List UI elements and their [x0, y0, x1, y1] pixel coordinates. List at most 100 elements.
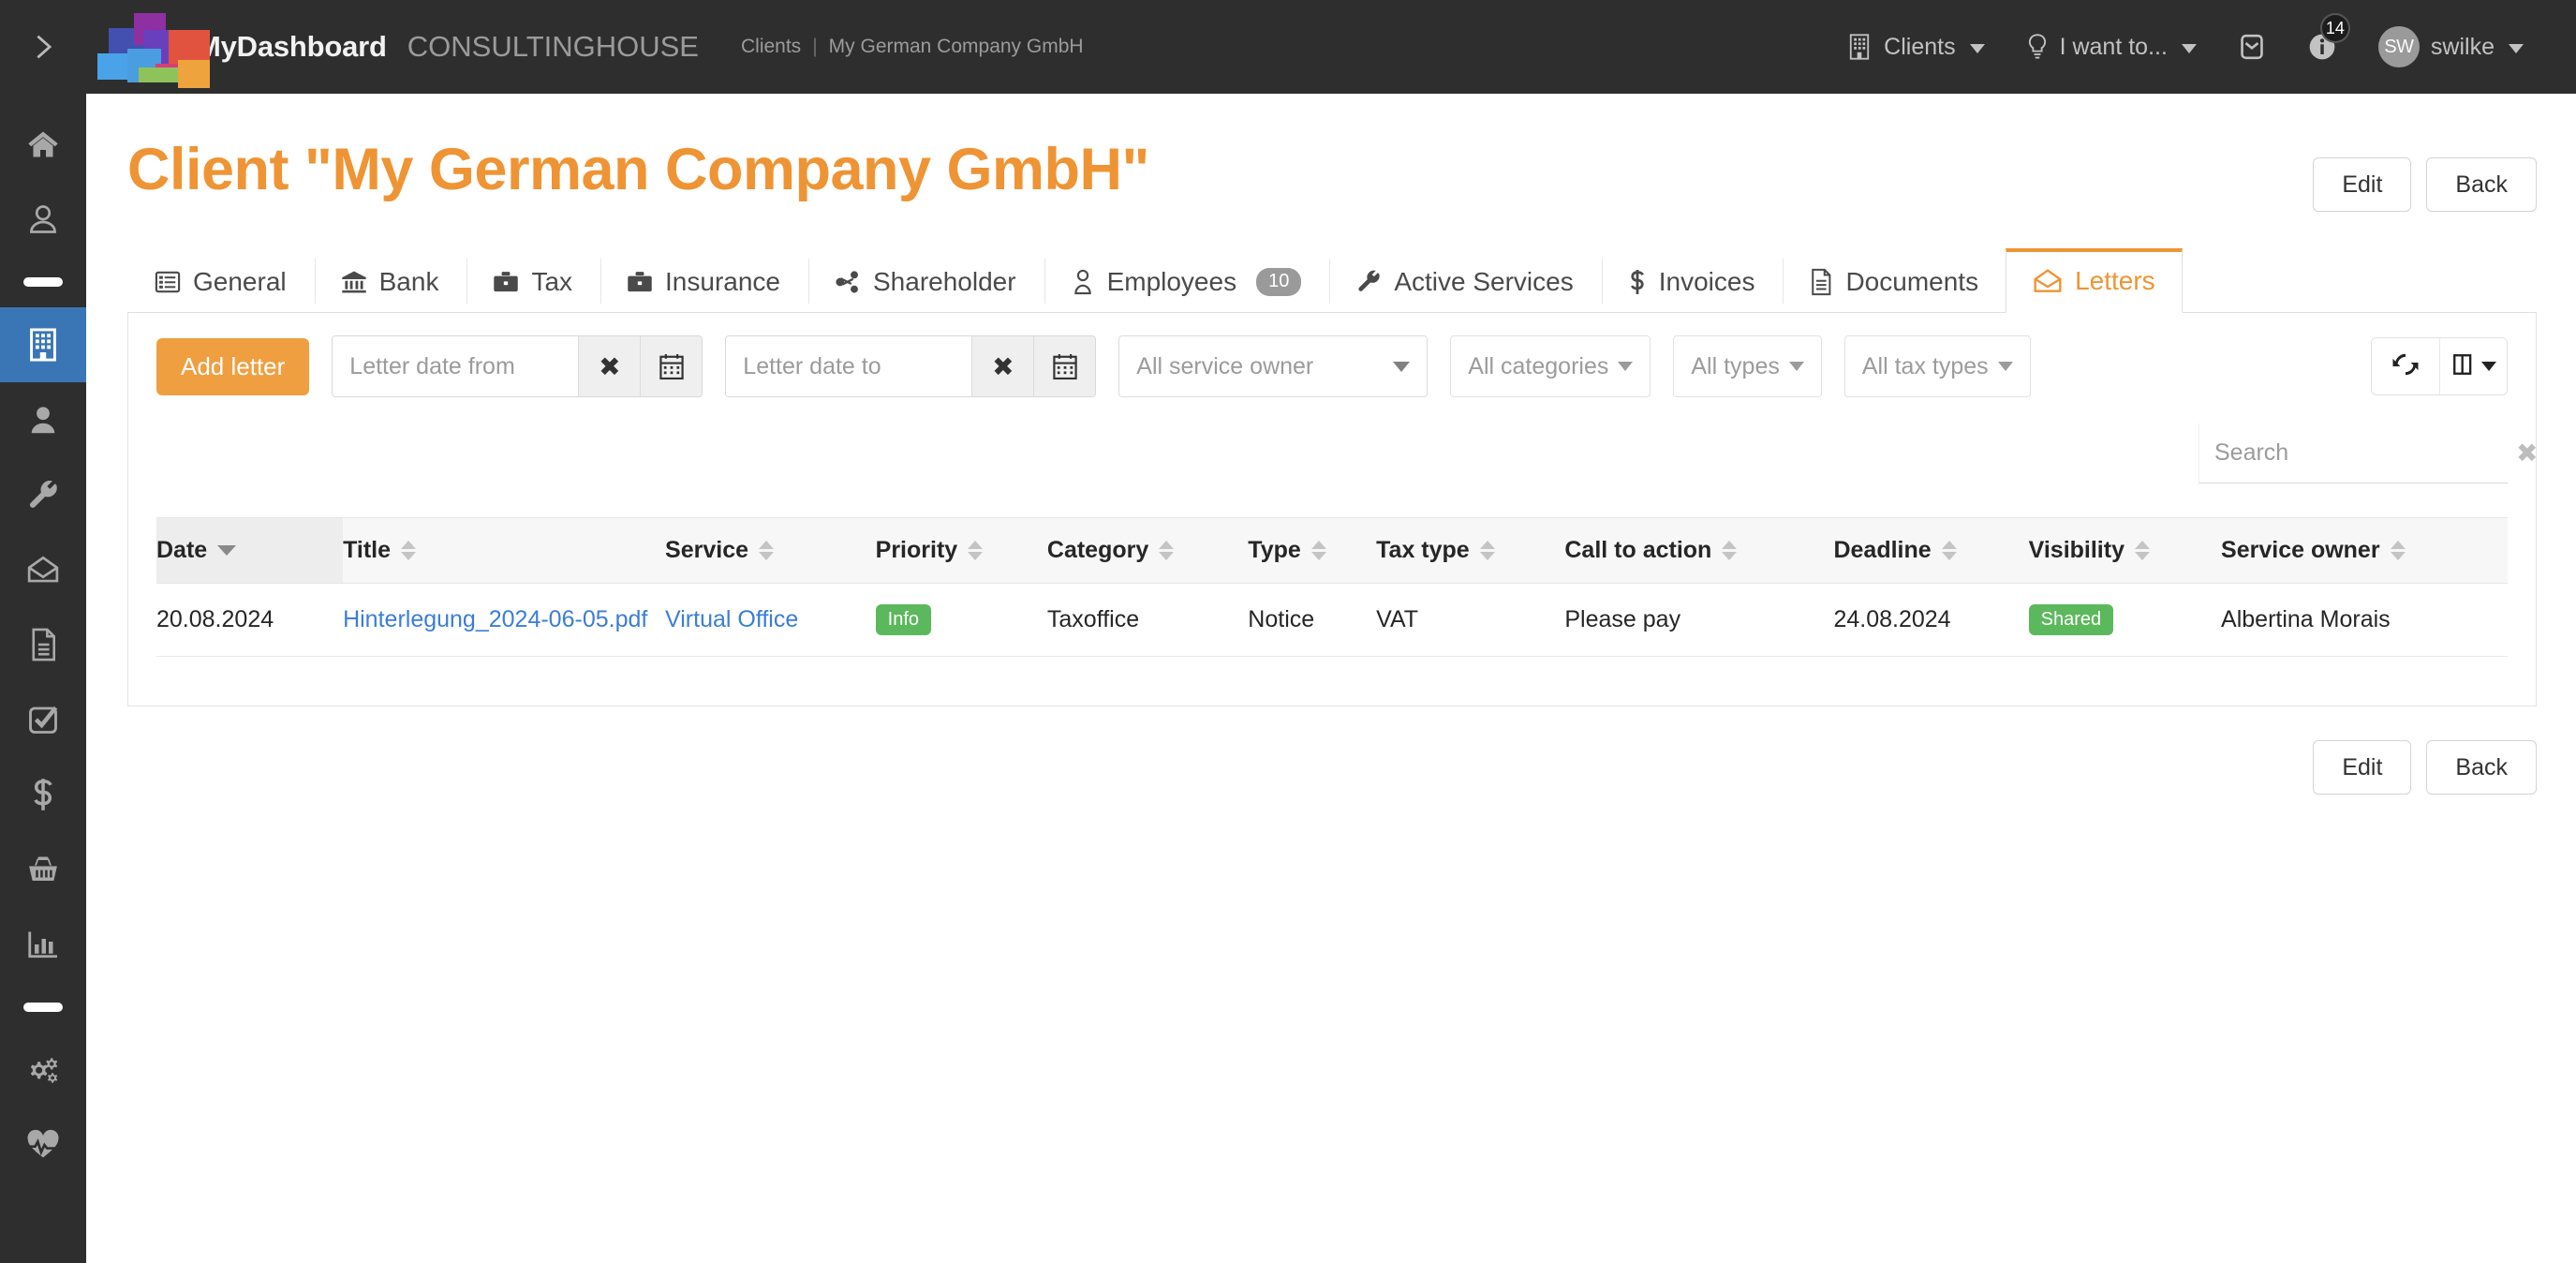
tax-types-select[interactable]: All tax types	[1843, 335, 2031, 397]
col-service[interactable]: Service	[665, 517, 876, 584]
cell-call-to-action: Please pay	[1564, 583, 1834, 657]
sidebar-item-health[interactable]	[0, 1107, 86, 1182]
col-visibility[interactable]: Visibility	[2028, 517, 2222, 584]
types-select[interactable]: All types	[1673, 335, 1822, 397]
tab-active-services[interactable]: Active Services	[1328, 248, 1600, 313]
col-call-to-action-label: Call to action	[1564, 537, 1712, 563]
col-title[interactable]: Title	[343, 517, 666, 584]
col-type[interactable]: Type	[1248, 517, 1377, 584]
chevron-down-icon	[1997, 362, 2013, 371]
bank-icon	[341, 270, 367, 294]
tab-shareholder[interactable]: Shareholder	[807, 248, 1044, 313]
tab-label: Documents	[1845, 266, 1979, 296]
letter-title-link[interactable]: Hinterlegung_2024-06-05.pdf	[343, 606, 647, 632]
sidebar-item-shop[interactable]	[0, 832, 86, 907]
cell-date: 20.08.2024	[156, 583, 344, 657]
col-service-owner-label: Service owner	[2221, 537, 2380, 563]
col-category[interactable]: Category	[1046, 517, 1249, 584]
cell-service: Virtual Office	[665, 583, 876, 657]
sidebar-item-tasks[interactable]	[0, 682, 86, 757]
tab-label: Insurance	[665, 266, 780, 296]
service-owner-select[interactable]: All service owner	[1118, 335, 1429, 397]
refresh-button[interactable]	[2372, 338, 2439, 394]
tab-label: Active Services	[1394, 266, 1574, 296]
tab-insurance[interactable]: Insurance	[600, 248, 807, 313]
service-link[interactable]: Virtual Office	[665, 606, 798, 632]
letters-panel: Add letter ✖	[127, 313, 2538, 706]
col-tax-type[interactable]: Tax type	[1376, 517, 1565, 584]
clients-menu-label: Clients	[1884, 33, 1956, 60]
letter-date-from-input[interactable]	[333, 336, 579, 396]
tab-documents[interactable]: Documents	[1782, 248, 2006, 313]
table-row[interactable]: 20.08.2024 Hinterlegung_2024-06-05.pdf V…	[156, 583, 2508, 657]
tab-invoices[interactable]: Invoices	[1601, 248, 1783, 313]
col-service-owner[interactable]: Service owner	[2221, 517, 2508, 584]
brand-subname: CONSULTINGHOUSE	[407, 30, 699, 63]
chevron-down-icon	[1618, 362, 1634, 371]
col-deadline[interactable]: Deadline	[1833, 517, 2029, 584]
tab-tax[interactable]: Tax	[466, 248, 600, 313]
filter-toolbar: Add letter ✖	[156, 335, 2508, 397]
sidebar-item-clients[interactable]	[0, 307, 86, 382]
categories-select[interactable]: All categories	[1450, 335, 1651, 397]
clear-date-from-icon[interactable]: ✖	[578, 336, 641, 396]
clients-menu[interactable]: Clients	[1826, 0, 2005, 94]
sidebar-item-settings[interactable]	[0, 1033, 86, 1107]
tab-general[interactable]: General	[127, 248, 314, 313]
sidebar-item-services[interactable]	[0, 457, 86, 532]
clear-date-to-icon[interactable]: ✖	[971, 336, 1034, 396]
tab-letters[interactable]: Letters	[2006, 248, 2183, 313]
file-text-icon	[1809, 268, 1833, 296]
col-call-to-action[interactable]: Call to action	[1564, 517, 1834, 584]
calendar-icon-to[interactable]	[1033, 336, 1096, 396]
columns-icon	[2451, 352, 2476, 381]
left-sidebar	[0, 94, 86, 1263]
letter-date-to-input[interactable]	[726, 336, 972, 396]
columns-button[interactable]	[2439, 338, 2507, 394]
document-icon	[27, 627, 59, 662]
user-menu[interactable]: SW swilke	[2358, 0, 2544, 94]
cell-category: Taxoffice	[1046, 583, 1249, 657]
breadcrumb-root[interactable]: Clients	[741, 36, 801, 58]
sidebar-item-letters[interactable]	[0, 532, 86, 607]
app-logo[interactable]	[86, 0, 210, 94]
tab-label: Tax	[531, 266, 573, 296]
user-circle-icon	[26, 202, 60, 236]
col-date[interactable]: Date	[156, 517, 344, 584]
sidebar-item-home[interactable]	[0, 107, 86, 182]
tab-label: Employees	[1106, 266, 1237, 296]
sort-indicator-title	[401, 541, 417, 560]
home-icon	[26, 127, 60, 161]
search-input[interactable]	[2214, 439, 2516, 467]
edit-button-top[interactable]: Edit	[2313, 157, 2412, 212]
sidebar-item-documents[interactable]	[0, 607, 86, 682]
tab-label: Invoices	[1658, 266, 1755, 296]
i-want-to-menu[interactable]: I want to...	[2006, 0, 2217, 94]
messages-button[interactable]	[2217, 0, 2287, 94]
sidebar-item-profile[interactable]	[0, 182, 86, 257]
sidebar-item-reports[interactable]	[0, 907, 86, 982]
edit-button-bottom[interactable]: Edit	[2313, 740, 2412, 795]
col-priority[interactable]: Priority	[875, 517, 1047, 584]
expand-sidebar-button[interactable]	[0, 0, 86, 94]
tab-bank[interactable]: Bank	[314, 248, 466, 313]
clear-search-icon[interactable]: ✖	[2516, 439, 2538, 467]
page-header: Client "My German Company GmbH" Edit Bac…	[86, 94, 2576, 212]
sort-indicator-type	[1310, 541, 1326, 560]
sidebar-item-contacts[interactable]	[0, 382, 86, 457]
brand-name[interactable]: MyDashboard	[197, 30, 387, 64]
sort-indicator-call-to-action	[1722, 541, 1738, 560]
sidebar-item-invoices[interactable]	[0, 757, 86, 832]
add-letter-button[interactable]: Add letter	[156, 337, 310, 395]
back-button-top[interactable]: Back	[2426, 157, 2537, 212]
chevron-down-icon	[2480, 362, 2496, 371]
calendar-icon-from[interactable]	[640, 336, 703, 396]
tab-label: Letters	[2075, 266, 2155, 295]
col-title-label: Title	[343, 537, 392, 563]
back-button-bottom[interactable]: Back	[2426, 740, 2537, 795]
notifications-button[interactable]: 14	[2287, 0, 2358, 94]
priority-badge: Info	[875, 604, 932, 635]
page-title: Client "My German Company GmbH"	[127, 137, 1149, 202]
chevron-down-icon	[1393, 361, 1411, 372]
tab-employees[interactable]: Employees 10	[1044, 248, 1329, 313]
